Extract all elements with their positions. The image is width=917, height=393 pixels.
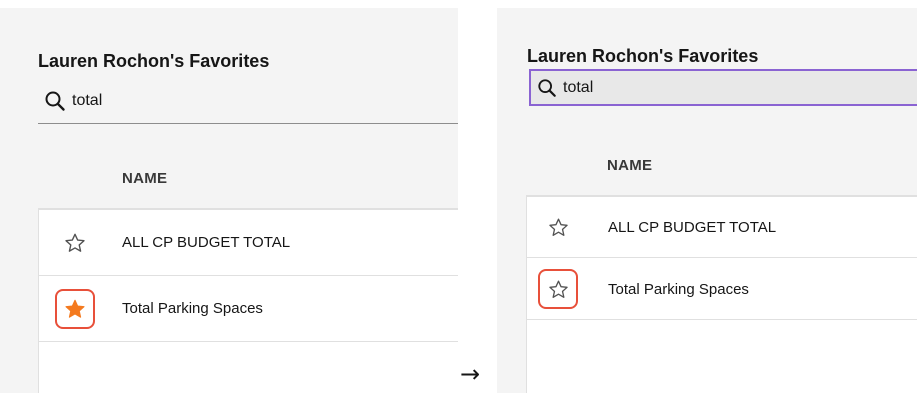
favorites-panel-after: Lauren Rochon's Favorites total NAME ALL… [497,8,917,393]
search-icon [45,91,65,111]
favorite-toggle-button[interactable] [55,223,95,263]
star-outline-icon [548,218,568,236]
page-title: Lauren Rochon's Favorites [38,51,270,71]
table-row: ALL CP BUDGET TOTAL [527,197,917,258]
star-outline-icon [548,280,568,298]
favorite-toggle-button[interactable] [538,207,578,247]
table-row: Total Parking Spaces [39,276,458,342]
favorite-toggle-button[interactable] [55,288,95,329]
table-row: ALL CP BUDGET TOTAL [39,210,458,276]
favorites-panel-before: Lauren Rochon's Favorites total NAME ALL… [0,8,458,393]
search-value: total [563,78,594,96]
star-filled-icon [65,299,85,318]
star-outline-icon [65,233,85,252]
row-name[interactable]: ALL CP BUDGET TOTAL [608,219,776,236]
row-name[interactable]: Total Parking Spaces [122,300,263,317]
search-input[interactable]: total [38,78,458,124]
favorites-table: ALL CP BUDGET TOTAL Total Parking Spaces [526,195,917,393]
search-value: total [72,91,103,109]
search-icon [538,78,556,97]
row-name[interactable]: Total Parking Spaces [608,281,749,298]
table-row: Total Parking Spaces [527,259,917,320]
favorites-table: ALL CP BUDGET TOTAL Total Parking Spaces [38,208,458,393]
favorite-toggle-button[interactable] [538,269,578,309]
page-title: Lauren Rochon's Favorites [527,46,759,66]
column-header-name: NAME [607,157,653,174]
transition-arrow: → [460,360,481,388]
row-name[interactable]: ALL CP BUDGET TOTAL [122,234,290,251]
search-input[interactable]: total [529,69,917,106]
column-header-name: NAME [122,170,168,187]
